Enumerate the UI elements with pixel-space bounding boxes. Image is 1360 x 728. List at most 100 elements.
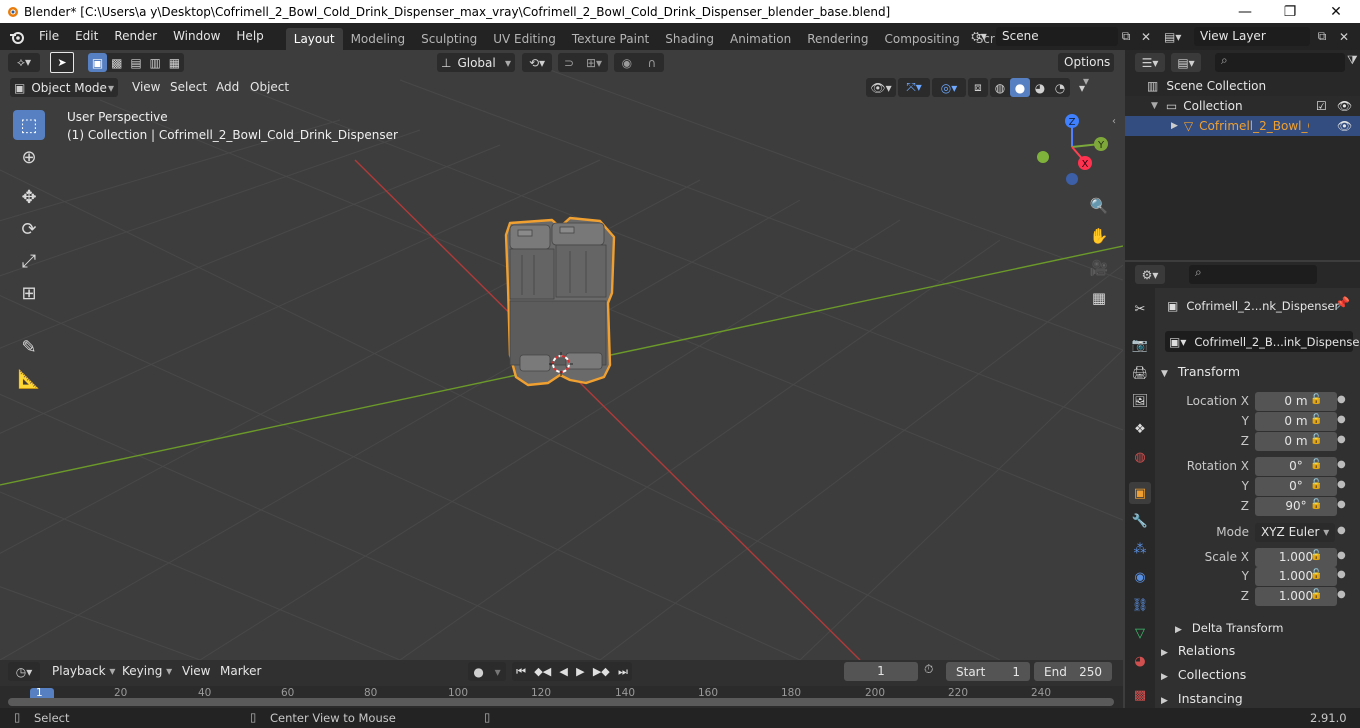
- sidebar-toggle-icon[interactable]: ‹: [1112, 116, 1116, 127]
- overlay-toggle-icon[interactable]: ◎▾: [932, 78, 966, 97]
- delta-transform-section-header[interactable]: ▶ Delta Transform: [1175, 617, 1360, 639]
- rotate-tool[interactable]: ⟳: [13, 214, 45, 244]
- view-layer-browse-icon[interactable]: ▤▾: [1164, 27, 1192, 46]
- camera-view-icon[interactable]: 🎥: [1087, 256, 1111, 280]
- tab-shading[interactable]: Shading: [657, 28, 722, 50]
- select-box-tool[interactable]: ⬚: [13, 110, 45, 140]
- outliner-row-collection[interactable]: ▼ ▭ Collection ☑ 👁: [1125, 96, 1360, 116]
- tab-rendering[interactable]: Rendering: [799, 28, 876, 50]
- object-tab-icon[interactable]: ▣: [1129, 482, 1151, 504]
- lock-icon[interactable]: 🔓: [1310, 569, 1322, 580]
- lock-icon[interactable]: 🔓: [1310, 479, 1322, 490]
- expand-arrow-icon[interactable]: ▼: [1151, 101, 1158, 111]
- scale-z-field[interactable]: 1.000: [1255, 586, 1337, 606]
- world-tab-icon[interactable]: ◍: [1129, 446, 1151, 468]
- solid-shading-icon[interactable]: ●: [1010, 78, 1030, 97]
- instancing-section-header[interactable]: ▶ Instancing: [1161, 688, 1360, 710]
- display-mode-icon[interactable]: ▤▾: [1171, 53, 1201, 72]
- new-scene-icon[interactable]: ⧉: [1116, 27, 1136, 46]
- material-tab-icon[interactable]: ◕: [1129, 650, 1151, 672]
- editor-type-icon[interactable]: ⟡▾: [8, 53, 40, 72]
- keyframe-dot-icon[interactable]: ●: [1337, 394, 1346, 405]
- lock-icon[interactable]: 🔓: [1310, 589, 1322, 600]
- menu-window[interactable]: Window: [165, 23, 228, 50]
- lock-icon[interactable]: 🔓: [1310, 499, 1322, 510]
- object-datablock-field[interactable]: ▣▾ Cofrimell_2_B...ink_Dispenser: [1165, 331, 1360, 352]
- select-tool-icon[interactable]: ➤: [50, 52, 74, 73]
- render-tab-icon[interactable]: 📷: [1129, 334, 1151, 356]
- measure-tool[interactable]: 📐: [13, 364, 45, 394]
- keyframe-dot-icon[interactable]: ●: [1337, 459, 1346, 470]
- lock-icon[interactable]: 🔓: [1310, 459, 1322, 470]
- tab-sculpting[interactable]: Sculpting: [413, 28, 485, 50]
- mode-select[interactable]: ▣ Object Mode ▾: [10, 78, 118, 97]
- transform-section-header[interactable]: ▼ Transform: [1161, 361, 1360, 383]
- falloff-icon[interactable]: ∩: [648, 56, 657, 70]
- keyframe-dot-icon[interactable]: ●: [1337, 569, 1346, 580]
- proportional-edit-icon[interactable]: ◉: [622, 56, 632, 70]
- transform-tool[interactable]: ⊞: [13, 278, 45, 308]
- view-layer-field[interactable]: View Layer: [1194, 27, 1310, 46]
- collections-section-header[interactable]: ▶ Collections: [1161, 664, 1360, 686]
- scale-y-field[interactable]: 1.000: [1255, 566, 1337, 586]
- menu-render[interactable]: Render: [106, 23, 165, 50]
- filter-icon[interactable]: ⧩: [1347, 53, 1358, 68]
- scale-tool[interactable]: ⤢: [13, 246, 45, 276]
- outliner-editor-icon[interactable]: ☰▾: [1135, 53, 1165, 72]
- play-reverse-icon[interactable]: ◀: [559, 665, 567, 678]
- jump-end-icon[interactable]: ⏭: [618, 665, 628, 679]
- frame-ruler[interactable]: 1 20 40 60 80 100 120 140 160 180 200 220 240: [0, 686, 1123, 708]
- lock-icon[interactable]: 🔓: [1310, 550, 1322, 561]
- maximize-button[interactable]: ❐: [1267, 0, 1313, 23]
- properties-search-input[interactable]: ⌕: [1189, 265, 1317, 284]
- rotation-z-field[interactable]: 90°: [1255, 496, 1337, 516]
- visibility-eye-icon[interactable]: 👁: [1337, 119, 1352, 133]
- material-shading-icon[interactable]: ◕: [1030, 78, 1050, 97]
- pin-icon[interactable]: 📌: [1335, 296, 1350, 310]
- scene-tab-icon[interactable]: ❖: [1129, 418, 1151, 440]
- shading-options-icon[interactable]: ▾: [1072, 78, 1092, 97]
- cursor-tool[interactable]: ⊕: [13, 142, 45, 172]
- scene-name-field[interactable]: Scene: [996, 27, 1118, 46]
- data-tab-icon[interactable]: ▽: [1129, 622, 1151, 644]
- menu-file[interactable]: File: [31, 23, 67, 50]
- menu-keying[interactable]: Keying ▾: [114, 660, 180, 683]
- physics-tab-icon[interactable]: ◉: [1129, 566, 1151, 588]
- stopwatch-icon[interactable]: ⏱: [924, 662, 933, 677]
- keyframe-dot-icon[interactable]: ●: [1337, 550, 1346, 561]
- view-layer-tab-icon[interactable]: 🖼: [1129, 390, 1151, 412]
- select-intersect-icon[interactable]: ▦: [165, 53, 184, 72]
- prev-keyframe-icon[interactable]: ◆◀: [534, 665, 551, 678]
- pan-hand-icon[interactable]: ✋: [1087, 224, 1111, 248]
- outliner-row-scene-collection[interactable]: ▥ Scene Collection: [1125, 76, 1360, 96]
- pivot-point-icon[interactable]: ⟲▾: [522, 53, 552, 72]
- options-dropdown[interactable]: Options ▾: [1058, 53, 1114, 88]
- select-subtract-icon[interactable]: ▤: [126, 53, 145, 72]
- rotation-y-field[interactable]: 0°: [1255, 476, 1337, 496]
- end-frame-field[interactable]: End 250: [1034, 662, 1112, 681]
- keyframe-dot-icon[interactable]: ●: [1337, 589, 1346, 600]
- timeline-editor-icon[interactable]: ◷▾: [8, 662, 40, 681]
- keyframe-dot-icon[interactable]: ●: [1337, 499, 1346, 510]
- outliner-search-input[interactable]: ⌕: [1215, 53, 1345, 72]
- visibility-eye-icon[interactable]: 👁: [1337, 99, 1352, 113]
- jump-start-icon[interactable]: ⏮: [516, 665, 526, 679]
- snap-target-icon[interactable]: ⊞▾: [586, 56, 602, 70]
- tab-animation[interactable]: Animation: [722, 28, 799, 50]
- timeline-scrollbar[interactable]: [8, 698, 1114, 706]
- select-invert-icon[interactable]: ▥: [146, 53, 165, 72]
- move-tool[interactable]: ✥: [13, 182, 45, 212]
- tab-compositing[interactable]: Compositing: [876, 28, 967, 50]
- tab-modeling[interactable]: Modeling: [343, 28, 414, 50]
- start-frame-field[interactable]: Start 1: [946, 662, 1030, 681]
- lock-icon[interactable]: 🔓: [1310, 414, 1322, 425]
- delete-scene-icon[interactable]: ✕: [1136, 27, 1156, 46]
- tab-layout[interactable]: Layout: [285, 28, 343, 50]
- menu-help[interactable]: Help: [228, 23, 271, 50]
- keying-set-icon[interactable]: ▾: [495, 665, 501, 679]
- gizmo-toggle-icon[interactable]: ⤧▾: [898, 78, 930, 97]
- scale-x-field[interactable]: 1.000: [1255, 547, 1337, 567]
- zoom-icon[interactable]: 🔍: [1087, 194, 1111, 218]
- snap-magnet-icon[interactable]: ⊃: [564, 56, 574, 70]
- texture-tab-icon[interactable]: ▩: [1129, 684, 1151, 706]
